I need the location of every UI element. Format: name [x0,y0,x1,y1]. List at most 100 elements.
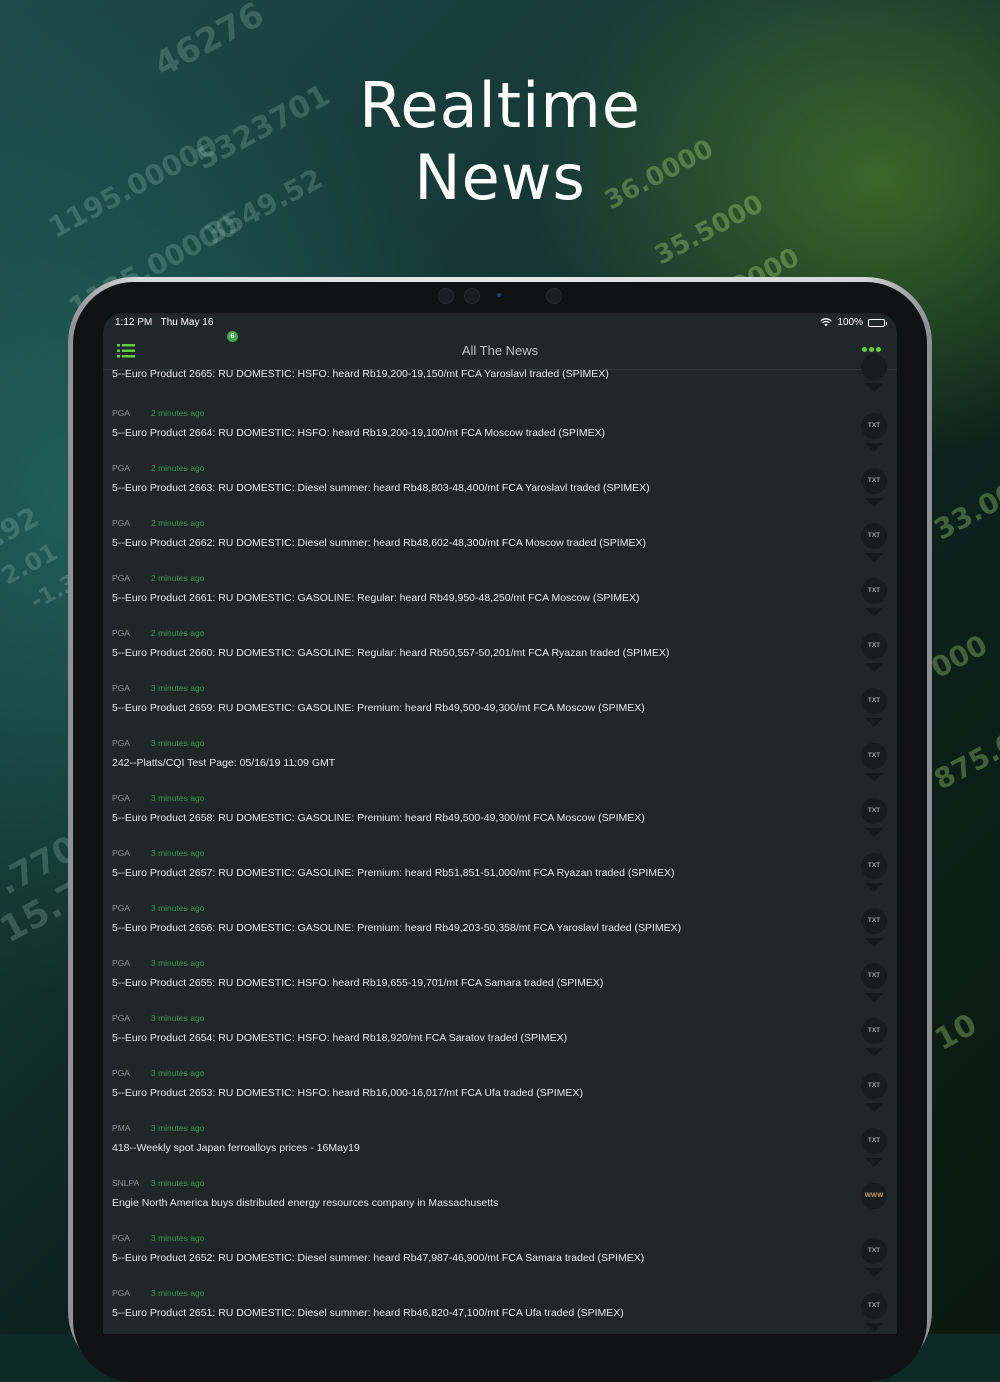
news-item[interactable]: SNLPA 3 minutes ago Engie North America bu… [103,1178,897,1233]
news-headline[interactable]: 5--Euro Product 2662: RU DOMESTIC: Diese… [112,537,646,549]
page-title: All The News [461,343,539,358]
news-time: 2 minutes ago [151,463,205,473]
type-button[interactable] [861,354,887,380]
news-headline[interactable]: 5--Euro Product 2659: RU DOMESTIC: GASOL… [112,702,645,714]
news-source: PGA [112,1013,130,1023]
promo-headline-line2: News [414,141,586,214]
news-item[interactable]: PGA 3 minutes ago 5--Euro Product 2658: RU… [103,793,897,848]
news-item[interactable]: PGA 2 minutes ago 5--Euro Product 2662: RU… [103,518,897,573]
text-type-button[interactable]: TXT [861,633,887,659]
news-item[interactable]: PGA 3 minutes ago 5--Euro Product 2656: RU… [103,903,897,958]
wifi-icon [820,318,833,327]
news-item[interactable]: PMA 3 minutes ago 418--Weekly spot Japan f… [103,1123,897,1178]
news-time: 3 minutes ago [151,848,205,858]
news-item[interactable]: PGA 2 minutes ago 5--Euro Product 2660: RU… [103,628,897,683]
app-screen: 1:12 PM Thu May 16 100% 6 All The News 5… [103,313,897,1334]
news-headline[interactable]: 5--Euro Product 2655: RU DOMESTIC: HSFO:… [112,977,603,989]
news-headline[interactable]: 5--Euro Product 2660: RU DOMESTIC: GASOL… [112,647,669,659]
news-headline[interactable]: 5--Euro Product 2665: RU DOMESTIC: HSFO:… [112,368,609,380]
news-headline[interactable]: 5--Euro Product 2656: RU DOMESTIC: GASOL… [112,922,681,934]
text-type-button[interactable]: TXT [861,523,887,549]
promo-headline-line1: Realtime [359,69,641,142]
text-type-button[interactable]: TXT [861,1293,887,1319]
unread-badge: 6 [227,331,238,342]
news-item[interactable]: PGA 2 minutes ago 5--Euro Product 2663: RU… [103,463,897,518]
news-source: PMA [112,1123,131,1133]
text-type-button[interactable]: TXT [861,1073,887,1099]
promo-headline: Realtime News [0,70,1000,214]
news-headline[interactable]: 5--Euro Product 2657: RU DOMESTIC: GASOL… [112,867,675,879]
nav-bar: 6 All The News [103,331,897,370]
news-item[interactable]: PGA 3 minutes ago 5--Euro Product 2659: RU… [103,683,897,738]
news-source: PGA [112,463,130,473]
chevron-down-icon [865,443,883,452]
news-item[interactable]: PGA 3 minutes ago 5--Euro Product 2651: RU… [103,1288,897,1334]
news-item[interactable]: PGA 3 minutes ago 242--Platts/CQI Test Pag… [103,738,897,793]
text-type-button[interactable]: TXT [861,908,887,934]
news-source: PGA [112,793,130,803]
news-headline[interactable]: 242--Platts/CQI Test Page: 05/16/19 11:0… [112,757,335,769]
news-headline[interactable]: 418--Weekly spot Japan ferroalloys price… [112,1142,360,1154]
news-source: PGA [112,408,130,418]
chevron-down-icon [865,938,883,947]
news-headline[interactable]: 5--Euro Product 2663: RU DOMESTIC: Diese… [112,482,650,494]
news-headline[interactable]: 5--Euro Product 2653: RU DOMESTIC: HSFO:… [112,1087,583,1099]
status-time: 1:12 PM Thu May 16 [115,317,213,328]
news-headline[interactable]: 5--Euro Product 2651: RU DOMESTIC: Diese… [112,1307,624,1319]
sensor-icon [438,288,454,304]
news-headline[interactable]: 5--Euro Product 2661: RU DOMESTIC: GASOL… [112,592,640,604]
chevron-down-icon [865,773,883,782]
news-item[interactable]: PGA 3 minutes ago 5--Euro Product 2652: RU… [103,1233,897,1288]
text-type-button[interactable]: TXT [861,1128,887,1154]
text-type-button[interactable]: TXT [861,578,887,604]
status-right: 100% [820,317,887,328]
status-bar: 1:12 PM Thu May 16 100% [103,313,897,333]
news-item[interactable]: PGA 3 minutes ago 5--Euro Product 2654: RU… [103,1013,897,1068]
news-item[interactable]: PGA 2 minutes ago 5--Euro Product 2664: RU… [103,408,897,463]
news-time: 3 minutes ago [151,738,205,748]
status-date: Thu May 16 [160,317,214,328]
news-time: 3 minutes ago [151,1288,205,1298]
text-type-button[interactable]: TXT [861,853,887,879]
battery-icon [868,318,887,327]
text-type-button[interactable]: TXT [861,688,887,714]
indicator-light [497,293,501,297]
news-item[interactable]: PGA 3 minutes ago 5--Euro Product 2657: RU… [103,848,897,903]
news-time: 2 minutes ago [151,628,205,638]
news-source: PGA [112,903,130,913]
text-type-button[interactable]: TXT [861,963,887,989]
news-headline[interactable]: 5--Euro Product 2664: RU DOMESTIC: HSFO:… [112,427,605,439]
news-time: 3 minutes ago [151,1178,205,1188]
news-source: PGA [112,848,130,858]
chevron-down-icon [865,608,883,617]
news-time: 3 minutes ago [151,683,205,693]
text-type-button[interactable]: TXT [861,743,887,769]
web-type-button[interactable]: WWW [861,1183,887,1209]
news-headline[interactable]: 5--Euro Product 2654: RU DOMESTIC: HSFO:… [112,1032,567,1044]
chevron-down-icon [865,1158,883,1167]
news-headline[interactable]: 5--Euro Product 2652: RU DOMESTIC: Diese… [112,1252,644,1264]
chevron-down-icon [865,383,883,392]
news-time: 3 minutes ago [151,1013,205,1023]
text-type-button[interactable]: TXT [861,413,887,439]
text-type-button[interactable]: TXT [861,798,887,824]
chevron-down-icon [865,498,883,507]
chevron-down-icon [865,718,883,727]
news-time: 2 minutes ago [151,518,205,528]
chevron-down-icon [865,993,883,1002]
news-item[interactable]: PGA 2 minutes ago 5--Euro Product 2661: RU… [103,573,897,628]
news-item[interactable]: PGA 3 minutes ago 5--Euro Product 2655: RU… [103,958,897,1013]
news-time: 3 minutes ago [151,1068,205,1078]
chevron-down-icon [865,883,883,892]
news-headline[interactable]: Engie North America buys distributed ene… [112,1197,498,1209]
text-type-button[interactable]: TXT [861,1238,887,1264]
chevron-down-icon [865,1103,883,1112]
more-options-icon[interactable] [862,347,881,352]
news-time: 2 minutes ago [151,573,205,583]
text-type-button[interactable]: TXT [861,468,887,494]
news-item[interactable]: PGA 3 minutes ago 5--Euro Product 2653: RU… [103,1068,897,1123]
news-time: 2 minutes ago [151,408,205,418]
text-type-button[interactable]: TXT [861,1018,887,1044]
news-headline[interactable]: 5--Euro Product 2658: RU DOMESTIC: GASOL… [112,812,645,824]
chevron-down-icon [865,553,883,562]
